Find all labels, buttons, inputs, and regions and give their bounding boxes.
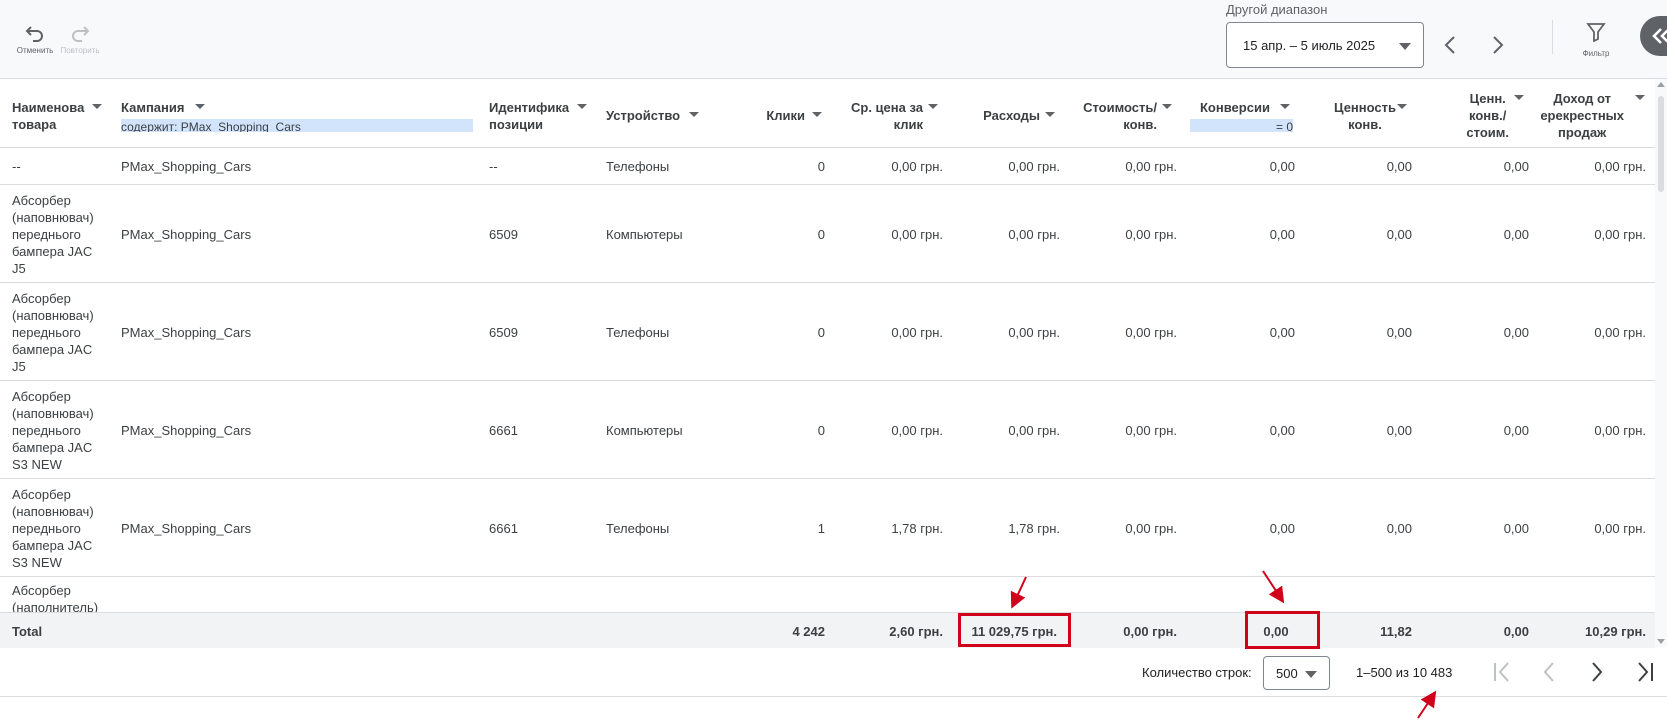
arrow-to-total-count bbox=[1417, 690, 1437, 719]
arrow-to-cost bbox=[1010, 576, 1027, 609]
arrow-to-conversions bbox=[1262, 570, 1285, 604]
annotation-arrows bbox=[1010, 570, 1437, 719]
